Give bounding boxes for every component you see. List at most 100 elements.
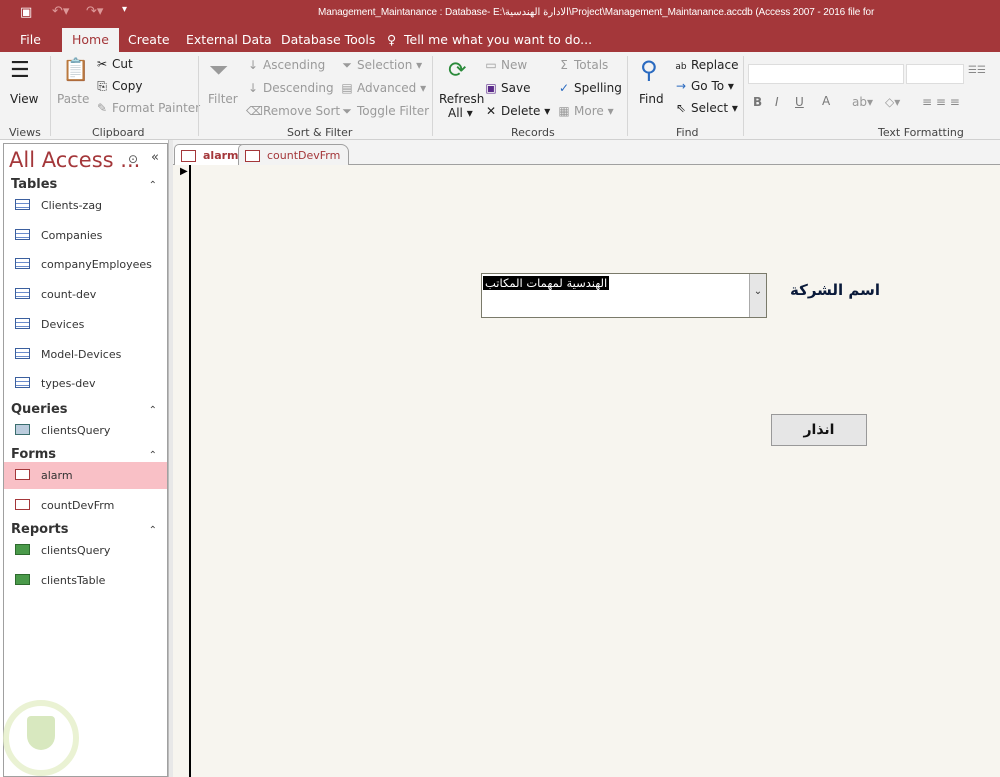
toggle-filter-button[interactable]: ⏷ Toggle Filter — [340, 104, 429, 119]
format-painter-button[interactable]: ✎ Format Painter — [95, 101, 200, 115]
table-icon — [15, 347, 30, 359]
alarm-button[interactable]: انذار — [771, 414, 867, 446]
record-selector[interactable]: ▶ — [173, 165, 191, 777]
collapse-section-icon[interactable]: ⌃ — [149, 180, 157, 191]
save-record-button[interactable]: ▣ Save — [484, 81, 530, 95]
nav-item[interactable]: companyEmployees — [4, 251, 167, 278]
new-record-button[interactable]: ▭ New — [484, 58, 527, 72]
tab-file[interactable]: File — [20, 32, 41, 47]
company-combo-box[interactable]: الهندسية لمهمات المكاتب ⌄ — [481, 273, 767, 318]
tab-database-tools[interactable]: Database Tools — [281, 32, 375, 47]
replace-button[interactable]: ab Replace — [674, 58, 738, 72]
save-icon[interactable]: ▣ — [20, 5, 32, 20]
tab-create[interactable]: Create — [128, 32, 170, 47]
customize-qat-icon[interactable]: ▾ — [122, 4, 127, 15]
align-icons[interactable]: ≡ ≡ ≡ — [922, 95, 960, 109]
advanced-button[interactable]: ▤ Advanced ▾ — [340, 81, 426, 95]
form-icon — [181, 150, 196, 162]
scissors-icon: ✂ — [96, 57, 108, 71]
font-size-select[interactable] — [906, 64, 964, 84]
selection-filter-icon: ⏷ — [342, 58, 352, 72]
tab-home[interactable]: Home — [62, 28, 119, 52]
nav-section-queries[interactable]: Queries — [11, 402, 68, 417]
spelling-button[interactable]: ✓ Spelling — [557, 81, 622, 95]
collapse-section-icon[interactable]: ⌃ — [149, 405, 157, 416]
ascending-button[interactable]: ↓ Ascending — [246, 58, 325, 72]
filter-button[interactable]: Filter — [208, 92, 238, 106]
selection-button[interactable]: ⏷ Selection ▾ — [340, 58, 422, 73]
font-name-select[interactable] — [748, 64, 904, 84]
nav-item[interactable]: clientsQuery — [4, 417, 167, 444]
nav-section-reports[interactable]: Reports — [11, 522, 68, 537]
window-title: Management_Maintanance : Database- E:\ال… — [318, 7, 875, 18]
paste-button[interactable]: Paste — [57, 92, 89, 106]
collapse-section-icon[interactable]: ⌃ — [149, 525, 157, 536]
copy-button[interactable]: ⎘ Copy — [95, 79, 142, 94]
select-button[interactable]: ⇖ Select ▾ — [674, 101, 738, 115]
filter-icon[interactable]: ⏷ — [209, 56, 228, 84]
doc-tab-countdevfrm[interactable]: countDevFrm — [238, 144, 350, 165]
nav-item[interactable]: Companies — [4, 222, 167, 249]
underline-button[interactable]: U — [795, 95, 804, 109]
descending-button[interactable]: ↓ Descending — [246, 81, 334, 95]
nav-item-label: Companies — [41, 228, 103, 242]
collapse-section-icon[interactable]: ⌃ — [149, 450, 157, 461]
find-group-label: Find — [676, 126, 699, 139]
company-combo-value[interactable]: الهندسية لمهمات المكاتب — [483, 276, 610, 290]
delete-record-button[interactable]: ✕ Delete ▾ — [484, 104, 550, 118]
sort-desc-icon: ↓ — [247, 81, 259, 95]
find-icon[interactable]: ⚲ — [640, 56, 658, 84]
undo-icon[interactable]: ↶▾ — [52, 4, 69, 19]
query-icon — [15, 423, 30, 435]
nav-item[interactable]: Devices — [4, 311, 167, 338]
totals-button[interactable]: Σ Totals — [557, 58, 608, 72]
bold-button[interactable]: B — [753, 95, 762, 109]
italic-button[interactable]: I — [775, 95, 779, 109]
nav-item[interactable]: clientsTable — [4, 567, 167, 594]
form-alarm: ▶ الهندسية لمهمات المكاتب ⌄ اسم الشركة ا… — [173, 165, 1000, 777]
document-tabs: alarm countDevFrm — [173, 140, 1000, 166]
form-icon — [15, 498, 30, 510]
nav-item[interactable]: Model-Devices — [4, 341, 167, 368]
form-icon — [15, 469, 30, 481]
company-name-label: اسم الشركة — [790, 281, 881, 299]
ribbon: ☰ View Views 📋 Paste ✂ Cut ⎘ Copy ✎ Format … — [0, 52, 1000, 140]
highlight-icon[interactable]: ab▾ — [852, 95, 873, 109]
goto-button[interactable]: → Go To ▾ — [674, 79, 734, 93]
cut-button[interactable]: ✂ Cut — [95, 57, 133, 71]
text-formatting-group-label: Text Formatting — [878, 126, 964, 139]
nav-item[interactable]: countDevFrm — [4, 492, 167, 519]
font-color-button[interactable]: A — [822, 94, 830, 108]
doc-tab-alarm[interactable]: alarm — [174, 144, 248, 166]
nav-section-forms[interactable]: Forms — [11, 447, 56, 462]
bullets-icon[interactable]: ☰☰ — [968, 65, 986, 76]
nav-pane-title[interactable]: All Access ... — [9, 148, 140, 172]
more-button[interactable]: ▦ More ▾ — [557, 104, 613, 118]
refresh-icon[interactable]: ⟳ — [448, 58, 466, 83]
arrow-right-icon: → — [675, 79, 687, 93]
remove-sort-button[interactable]: ⌫Remove Sort — [246, 104, 340, 118]
fill-color-icon[interactable]: ◇▾ — [885, 95, 900, 109]
toggle-filter-icon: ⏷ — [342, 104, 352, 118]
chevron-down-icon[interactable]: ⌄ — [749, 274, 766, 317]
tell-me-input[interactable]: Tell me what you want to do... — [404, 32, 592, 47]
collapse-pane-icon[interactable]: « — [151, 150, 159, 165]
sigma-icon: Σ — [560, 58, 568, 72]
nav-item[interactable]: alarm — [4, 462, 167, 490]
advanced-filter-icon: ▤ — [341, 81, 353, 95]
nav-item[interactable]: clientsQuery — [4, 537, 167, 564]
refresh-all-button[interactable]: Refresh All ▾ — [439, 92, 484, 120]
form-icon — [245, 150, 260, 162]
view-button[interactable]: View — [10, 92, 38, 106]
nav-section-tables[interactable]: Tables — [11, 177, 57, 192]
nav-menu-dropdown-icon[interactable]: ⊙ — [128, 152, 138, 166]
redo-icon[interactable]: ↷▾ — [86, 4, 103, 19]
tab-external-data[interactable]: External Data — [186, 32, 272, 47]
nav-item[interactable]: count-dev — [4, 281, 167, 308]
nav-item[interactable]: Clients-zag — [4, 192, 167, 219]
paste-icon[interactable]: 📋 — [62, 58, 89, 83]
find-button[interactable]: Find — [639, 92, 664, 106]
view-icon[interactable]: ☰ — [10, 58, 30, 83]
remove-sort-icon: ⌫ — [246, 104, 263, 118]
nav-item[interactable]: types-dev — [4, 370, 167, 397]
